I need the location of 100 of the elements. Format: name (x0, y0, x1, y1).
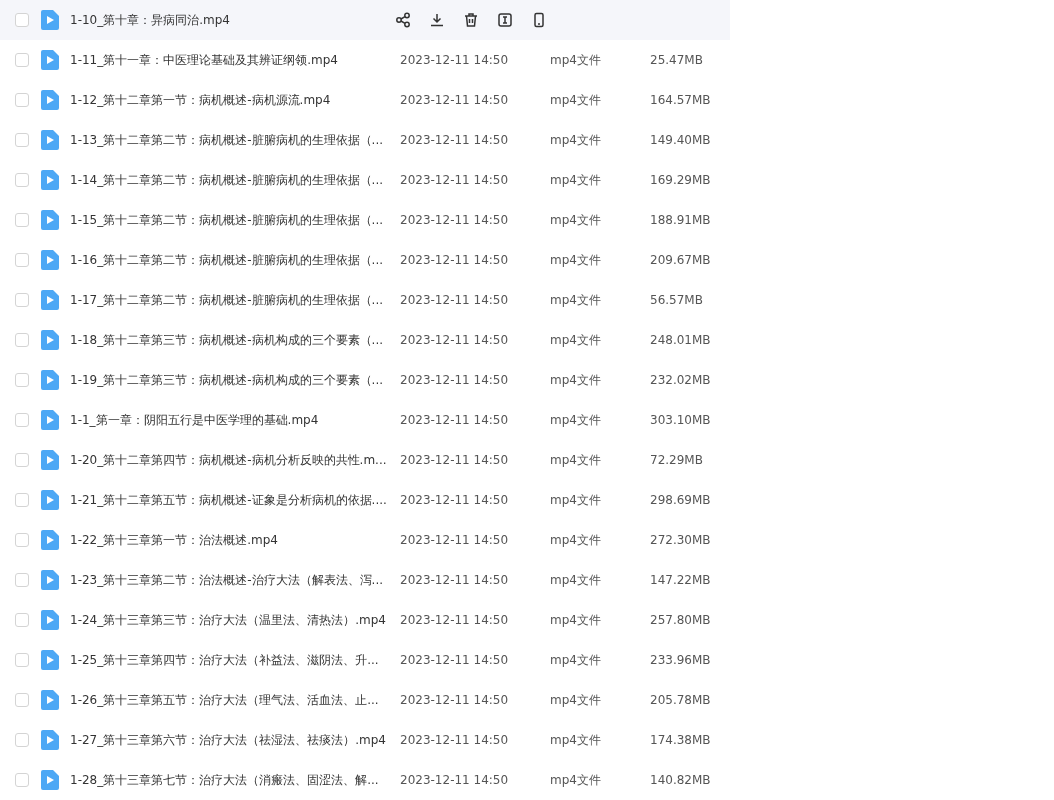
file-name[interactable]: 1-22_第十三章第一节：治法概述.mp4 (70, 531, 400, 549)
file-type: mp4文件 (550, 371, 602, 389)
file-name[interactable]: 1-20_第十二章第四节：病机概述-病机分析反映的共性.m... (70, 451, 400, 469)
checkbox[interactable] (15, 93, 29, 107)
file-type: mp4文件 (550, 731, 602, 749)
video-file-icon (41, 530, 59, 550)
file-name[interactable]: 1-13_第十二章第二节：病机概述-脏腑病机的生理依据（... (70, 131, 400, 149)
video-file-icon (41, 690, 59, 710)
checkbox[interactable] (15, 373, 29, 387)
file-name[interactable]: 1-1_第一章：阴阳五行是中医学理的基础.mp4 (70, 411, 400, 429)
video-file-icon (41, 370, 59, 390)
file-size: 233.96MB (650, 653, 711, 667)
file-name[interactable]: 1-21_第十二章第五节：病机概述-证象是分析病机的依据.... (70, 491, 400, 509)
file-name[interactable]: 1-17_第十二章第二节：病机概述-脏腑病机的生理依据（... (70, 291, 400, 309)
modified-date: 2023-12-11 14:50 (400, 773, 510, 787)
file-name[interactable]: 1-12_第十二章第一节：病机概述-病机源流.mp4 (70, 91, 400, 109)
file-name[interactable]: 1-26_第十三章第五节：治疗大法（理气法、活血法、止... (70, 691, 400, 709)
file-type: mp4文件 (550, 131, 602, 149)
checkbox[interactable] (15, 253, 29, 267)
checkbox[interactable] (15, 293, 29, 307)
modified-date: 2023-12-11 14:50 (400, 453, 510, 467)
checkbox[interactable] (15, 333, 29, 347)
checkbox[interactable] (15, 653, 29, 667)
video-file-icon (41, 250, 59, 270)
checkbox[interactable] (15, 573, 29, 587)
modified-date: 2023-12-11 14:50 (400, 413, 510, 427)
file-size: 257.80MB (650, 613, 711, 627)
checkbox[interactable] (15, 173, 29, 187)
file-size: 209.67MB (650, 253, 711, 267)
file-type: mp4文件 (550, 771, 602, 789)
video-file-icon (41, 130, 59, 150)
file-type: mp4文件 (550, 91, 602, 109)
share-icon[interactable] (395, 12, 411, 28)
file-size: 164.57MB (650, 93, 711, 107)
modified-date: 2023-12-11 14:50 (400, 653, 510, 667)
checkbox[interactable] (15, 213, 29, 227)
video-file-icon (41, 50, 59, 70)
video-file-icon (41, 10, 59, 30)
file-name[interactable]: 1-15_第十二章第二节：病机概述-脏腑病机的生理依据（... (70, 211, 400, 229)
file-type: mp4文件 (550, 251, 602, 269)
file-type: mp4文件 (550, 531, 602, 549)
checkbox[interactable] (15, 133, 29, 147)
file-type: mp4文件 (550, 171, 602, 189)
checkbox[interactable] (15, 693, 29, 707)
file-type: mp4文件 (550, 51, 602, 69)
checkbox[interactable] (15, 493, 29, 507)
modified-date: 2023-12-11 14:50 (400, 333, 510, 347)
modified-date: 2023-12-11 14:50 (400, 733, 510, 747)
file-type: mp4文件 (550, 691, 602, 709)
file-name[interactable]: 1-24_第十三章第三节：治疗大法（温里法、清热法）.mp4 (70, 611, 400, 629)
checkbox[interactable] (15, 533, 29, 547)
modified-date: 2023-12-11 14:50 (400, 493, 510, 507)
file-name[interactable]: 1-18_第十二章第三节：病机概述-病机构成的三个要素（... (70, 331, 400, 349)
modified-date: 2023-12-11 14:50 (400, 133, 510, 147)
file-size: 147.22MB (650, 573, 711, 587)
checkbox[interactable] (15, 453, 29, 467)
file-name[interactable]: 1-28_第十三章第七节：治疗大法（消瘢法、固涩法、解... (70, 771, 400, 789)
video-file-icon (41, 490, 59, 510)
file-type: mp4文件 (550, 451, 602, 469)
video-file-icon (41, 570, 59, 590)
file-name[interactable]: 1-19_第十二章第三节：病机概述-病机构成的三个要素（... (70, 371, 400, 389)
modified-date: 2023-12-11 14:50 (400, 533, 510, 547)
file-type: mp4文件 (550, 651, 602, 669)
file-size: 205.78MB (650, 693, 711, 707)
checkbox[interactable] (15, 613, 29, 627)
file-name[interactable]: 1-14_第十二章第二节：病机概述-脏腑病机的生理依据（... (70, 171, 400, 189)
video-file-icon (41, 330, 59, 350)
video-file-icon (41, 410, 59, 430)
download-icon[interactable] (429, 12, 445, 28)
file-size: 174.38MB (650, 733, 711, 747)
file-size: 248.01MB (650, 333, 711, 347)
file-size: 272.30MB (650, 533, 711, 547)
file-type: mp4文件 (550, 411, 602, 429)
video-file-icon (41, 210, 59, 230)
checkbox[interactable] (15, 773, 29, 787)
trash-icon[interactable] (463, 12, 479, 28)
modified-date: 2023-12-11 14:50 (400, 53, 510, 67)
file-size: 169.29MB (650, 173, 711, 187)
checkbox[interactable] (15, 13, 29, 27)
checkbox[interactable] (15, 53, 29, 67)
file-name[interactable]: 1-16_第十二章第二节：病机概述-脏腑病机的生理依据（... (70, 251, 400, 269)
phone-icon[interactable] (531, 12, 547, 28)
video-file-icon (41, 290, 59, 310)
file-name[interactable]: 1-23_第十三章第二节：治法概述-治疗大法（解表法、泻... (70, 571, 400, 589)
file-type: mp4文件 (550, 291, 602, 309)
file-type: mp4文件 (550, 571, 602, 589)
modified-date: 2023-12-11 14:50 (400, 173, 510, 187)
modified-date: 2023-12-11 14:50 (400, 613, 510, 627)
file-type: mp4文件 (550, 211, 602, 229)
checkbox[interactable] (15, 413, 29, 427)
rename-icon[interactable] (497, 12, 513, 28)
modified-date: 2023-12-11 14:50 (400, 253, 510, 267)
file-name[interactable]: 1-25_第十三章第四节：治疗大法（补益法、滋阴法、升... (70, 651, 400, 669)
video-file-icon (41, 610, 59, 630)
file-size: 56.57MB (650, 293, 703, 307)
modified-date: 2023-12-11 14:50 (400, 573, 510, 587)
file-name[interactable]: 1-11_第十一章：中医理论基础及其辨证纲领.mp4 (70, 51, 400, 69)
video-file-icon (41, 650, 59, 670)
file-name[interactable]: 1-27_第十三章第六节：治疗大法（祛湿法、祛痰法）.mp4 (70, 731, 400, 749)
checkbox[interactable] (15, 733, 29, 747)
